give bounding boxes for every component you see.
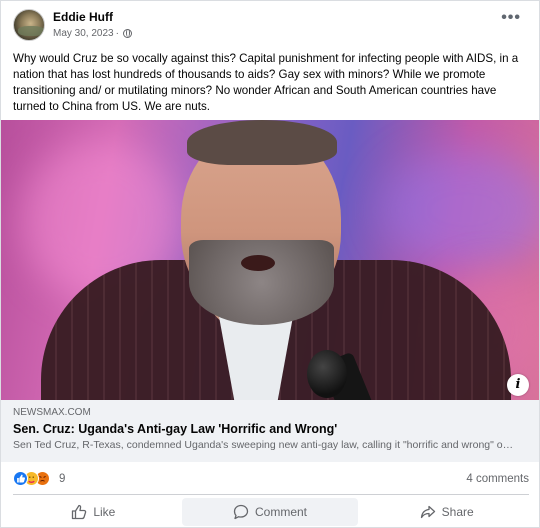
divider xyxy=(13,494,529,495)
share-icon xyxy=(420,505,435,519)
link-domain: NEWSMAX.COM xyxy=(13,407,91,418)
more-options-icon[interactable]: ••• xyxy=(501,10,521,26)
background-light xyxy=(381,150,539,270)
person-mouth xyxy=(241,255,275,271)
post-date[interactable]: May 30, 2023 xyxy=(53,28,114,39)
author-name[interactable]: Eddie Huff xyxy=(53,10,113,24)
link-title[interactable]: Sen. Cruz: Uganda's Anti-gay Law 'Horrif… xyxy=(13,422,527,436)
thumbs-up-icon xyxy=(72,504,87,520)
link-preview-image[interactable]: i xyxy=(1,120,539,400)
meta-separator: · xyxy=(115,28,119,39)
globe-icon[interactable] xyxy=(122,29,132,38)
like-label: Like xyxy=(93,505,116,519)
comment-icon xyxy=(233,504,249,520)
share-label: Share xyxy=(441,505,474,519)
reactions-bar: 9 4 comments xyxy=(13,471,529,489)
comment-label: Comment xyxy=(255,505,308,519)
author-avatar[interactable] xyxy=(13,9,45,41)
comment-button[interactable]: Comment xyxy=(181,498,359,526)
post-meta: May 30, 2023 · xyxy=(53,28,132,39)
info-icon[interactable]: i xyxy=(507,374,529,396)
post-header: Eddie Huff May 30, 2023 · ••• xyxy=(13,9,529,45)
comment-count[interactable]: 4 comments xyxy=(466,473,529,485)
share-button[interactable]: Share xyxy=(358,498,535,526)
reaction-count[interactable]: 9 xyxy=(59,473,65,485)
post-actions: Like Comment Share xyxy=(1,498,539,526)
like-button[interactable]: Like xyxy=(5,498,182,526)
link-preview[interactable]: NEWSMAX.COM Sen. Cruz: Uganda's Anti-gay… xyxy=(1,400,539,462)
post-card: Eddie Huff May 30, 2023 · ••• Why would … xyxy=(0,0,540,528)
person-hair xyxy=(187,120,337,165)
microphone-head xyxy=(307,350,347,398)
post-text: Why would Cruz be so vocally against thi… xyxy=(13,52,519,113)
reaction-icons[interactable] xyxy=(13,471,50,486)
link-description: Sen Ted Cruz, R-Texas, condemned Uganda'… xyxy=(13,439,518,451)
like-reaction-icon xyxy=(13,471,28,486)
person-beard xyxy=(189,240,334,325)
